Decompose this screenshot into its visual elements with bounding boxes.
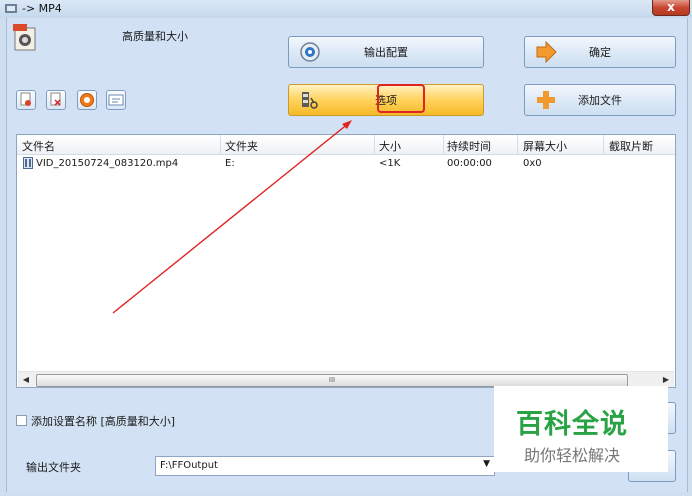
- output-folder-select[interactable]: F:\FFOutput ▼: [155, 456, 495, 476]
- add-file-button[interactable]: 添加文件: [524, 84, 676, 116]
- add-setting-name-label: 添加设置名称 [高质量和大小]: [31, 415, 176, 428]
- col-duration[interactable]: 持续时间: [447, 138, 491, 154]
- table-header: 文件名 文件夹 大小 持续时间 屏幕大小 截取片断: [17, 135, 675, 155]
- profile-mp4-icon: [13, 24, 36, 51]
- col-divider[interactable]: [443, 135, 444, 154]
- profile-quality-label: 高质量和大小: [122, 30, 188, 43]
- arrow-right-icon: [536, 41, 557, 63]
- ok-button[interactable]: 确定: [524, 36, 676, 68]
- options-highlight-box: [377, 84, 425, 113]
- output-config-button[interactable]: 输出配置: [288, 36, 484, 68]
- media-info-icon: [108, 94, 124, 106]
- app-icon: [5, 4, 17, 13]
- remove-file-button[interactable]: [46, 90, 66, 110]
- film-scissors-icon: [302, 92, 318, 109]
- ok-label: 确定: [589, 46, 611, 59]
- scroll-left-arrow-icon[interactable]: ◀: [18, 372, 34, 387]
- add-file-label: 添加文件: [578, 94, 622, 107]
- cell-size: <1K: [379, 158, 401, 169]
- plus-icon: [537, 91, 555, 109]
- watermark-title: 百科全说: [516, 409, 628, 440]
- add-setting-name-checkbox[interactable]: [16, 415, 27, 426]
- format-factory-mp4-window: -> MP4 x 高质量和大小 输出配置 确定 选项 添加文件 文件名 文件夹 …: [0, 0, 692, 496]
- col-folder[interactable]: 文件夹: [225, 138, 258, 154]
- close-button[interactable]: x: [652, 0, 690, 16]
- clear-list-icon: [20, 92, 31, 106]
- col-divider[interactable]: [220, 135, 221, 154]
- col-screen-size[interactable]: 屏幕大小: [523, 138, 567, 154]
- media-info-button[interactable]: [106, 90, 126, 110]
- output-config-label: 输出配置: [364, 46, 408, 59]
- output-folder-label: 输出文件夹: [26, 461, 81, 474]
- watermark-subtitle: 助你轻松解决: [524, 446, 621, 465]
- title-bar: -> MP4 x: [0, 0, 692, 18]
- file-list-table[interactable]: 文件名 文件夹 大小 持续时间 屏幕大小 截取片断 VID_20150724_0…: [16, 134, 676, 388]
- cell-duration: 00:00:00: [447, 158, 492, 169]
- play-icon: [80, 93, 94, 107]
- window-title: -> MP4: [22, 2, 62, 15]
- watermark-panel: 百科全说 助你轻松解决: [494, 386, 668, 472]
- cell-screen-size: 0x0: [523, 158, 542, 169]
- play-button[interactable]: [77, 90, 97, 110]
- output-folder-value: F:\FFOutput: [160, 460, 218, 471]
- cell-filename: VID_20150724_083120.mp4: [36, 158, 179, 169]
- col-clip[interactable]: 截取片断: [609, 138, 653, 154]
- cell-folder: E:: [225, 158, 235, 169]
- clear-list-button[interactable]: [16, 90, 36, 110]
- col-divider[interactable]: [603, 135, 604, 154]
- video-file-icon: [23, 157, 33, 169]
- col-divider[interactable]: [517, 135, 518, 154]
- col-filename[interactable]: 文件名: [22, 138, 55, 154]
- col-divider[interactable]: [374, 135, 375, 154]
- col-size[interactable]: 大小: [379, 138, 401, 154]
- settings-gear-icon: [300, 42, 320, 62]
- dropdown-arrow-icon[interactable]: ▼: [483, 459, 490, 469]
- remove-file-icon: [50, 92, 61, 106]
- table-row[interactable]: VID_20150724_083120.mp4 E: <1K 00:00:00 …: [17, 155, 675, 171]
